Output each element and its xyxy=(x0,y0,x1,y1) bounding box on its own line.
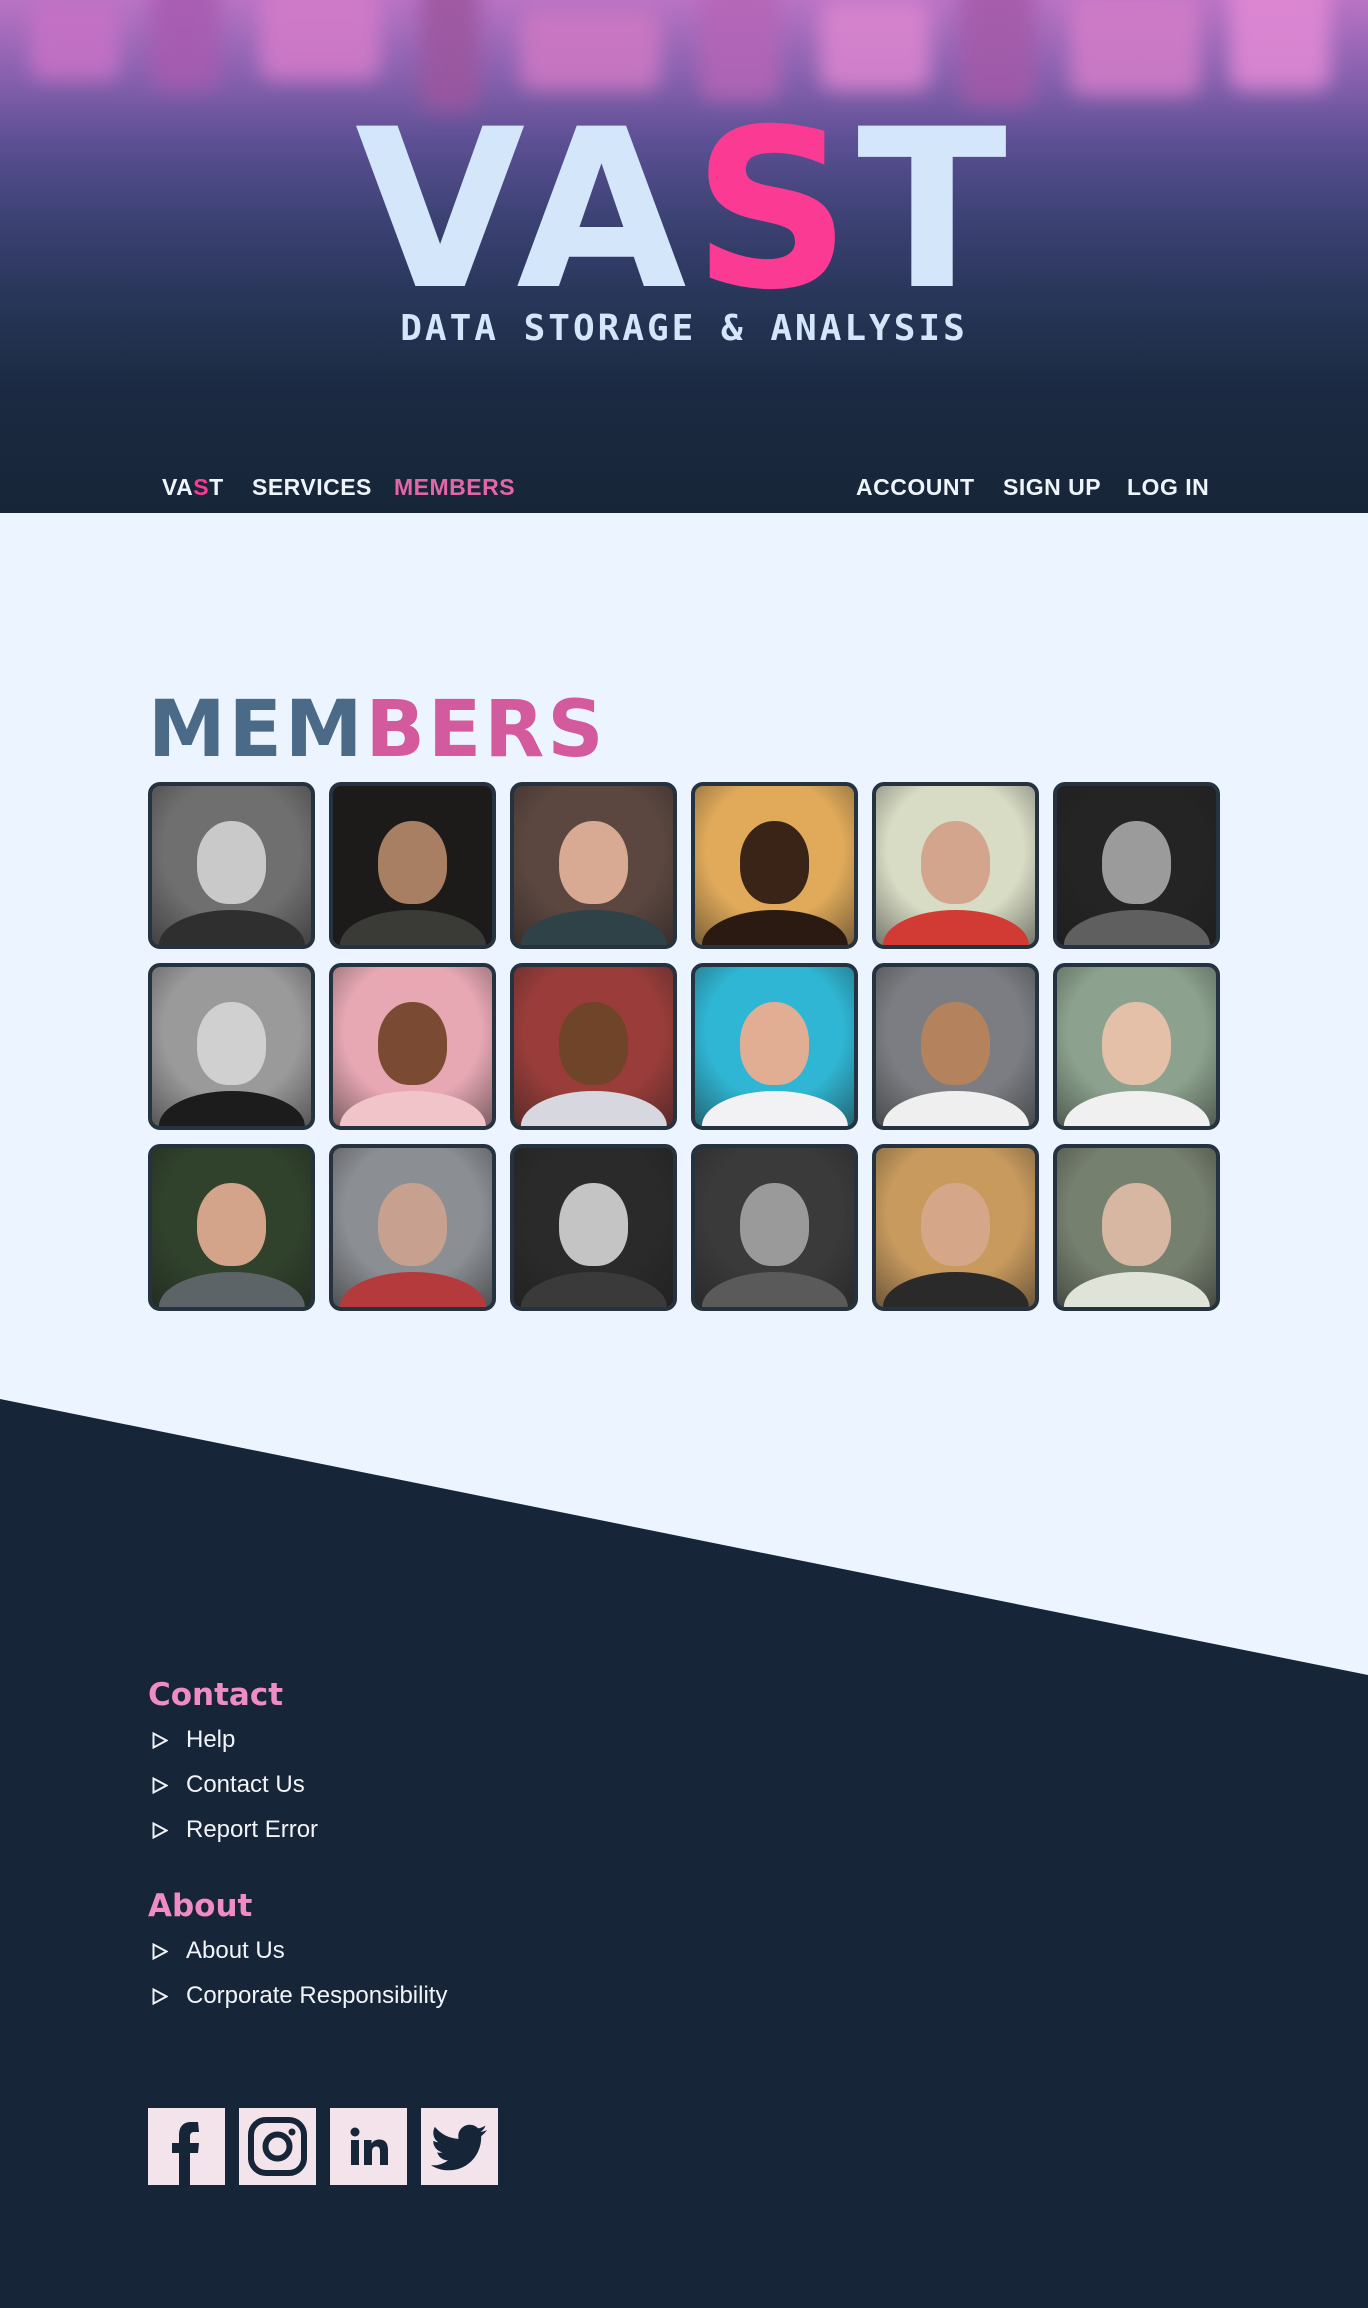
footer-link-label: About Us xyxy=(186,1937,285,1964)
member-14-photo[interactable] xyxy=(329,1144,496,1311)
footer-link-label: Corporate Responsibility xyxy=(186,1982,448,2009)
member-11-photo[interactable] xyxy=(872,963,1039,1130)
member-1-photo[interactable] xyxy=(148,782,315,949)
member-face xyxy=(377,820,448,904)
nav-brand-part: VA xyxy=(162,474,194,500)
triangle-right-icon xyxy=(152,1732,168,1749)
nav-brand-accent: S xyxy=(193,474,210,500)
member-face xyxy=(558,1182,629,1266)
member-5-photo[interactable] xyxy=(872,782,1039,949)
member-shoulders xyxy=(158,1091,305,1126)
nav-brand-link[interactable]: VAST xyxy=(162,470,224,504)
member-face xyxy=(196,1001,267,1085)
member-shoulders xyxy=(339,1272,486,1307)
member-15-photo[interactable] xyxy=(510,1144,677,1311)
member-shoulders xyxy=(701,1091,848,1126)
member-shoulders xyxy=(882,1272,1029,1307)
facebook-icon[interactable] xyxy=(148,2108,225,2185)
member-13-photo[interactable] xyxy=(148,1144,315,1311)
hero-title-accent: S xyxy=(692,82,857,338)
nav-account-link[interactable]: ACCOUNT xyxy=(856,470,975,504)
member-face xyxy=(196,820,267,904)
member-face xyxy=(1101,1001,1172,1085)
member-shoulders xyxy=(520,1091,667,1126)
member-shoulders xyxy=(339,1091,486,1126)
member-face xyxy=(739,1001,810,1085)
member-shoulders xyxy=(882,910,1029,945)
member-6-photo[interactable] xyxy=(1053,782,1220,949)
instagram-icon[interactable] xyxy=(239,2108,316,2185)
member-3-photo[interactable] xyxy=(510,782,677,949)
member-shoulders xyxy=(1063,1091,1210,1126)
member-shoulders xyxy=(1063,910,1210,945)
triangle-right-icon xyxy=(152,1777,168,1794)
member-4-photo[interactable] xyxy=(691,782,858,949)
member-shoulders xyxy=(882,1091,1029,1126)
members-heading: MEMBERS xyxy=(148,690,607,770)
member-face xyxy=(1101,1182,1172,1266)
instagram-glyph xyxy=(248,2117,307,2176)
footer-link-label: Help xyxy=(186,1726,236,1753)
hero-subtitle: DATA STORAGE & ANALYSIS xyxy=(400,308,968,349)
member-shoulders xyxy=(520,1272,667,1307)
linkedin-glyph xyxy=(350,2127,388,2165)
member-face xyxy=(558,1001,629,1085)
footer-link-label: Report Error xyxy=(186,1816,319,1843)
hero-logo-title: VAST xyxy=(0,100,1368,320)
triangle-right-icon xyxy=(152,1943,168,1960)
member-face xyxy=(739,820,810,904)
hero-banner: VAST DATA STORAGE & ANALYSIS VAST SERVIC… xyxy=(0,0,1368,513)
nav-members-link[interactable]: MEMBERS xyxy=(394,470,515,504)
hero-title-part: T xyxy=(856,82,1014,338)
members-heading-part: MEM xyxy=(148,685,366,775)
member-12-photo[interactable] xyxy=(1053,963,1220,1130)
member-face xyxy=(1101,820,1172,904)
main-navigation: VAST SERVICES MEMBERS ACCOUNT SIGN UP LO… xyxy=(0,470,1368,504)
member-16-photo[interactable] xyxy=(691,1144,858,1311)
member-10-photo[interactable] xyxy=(691,963,858,1130)
member-shoulders xyxy=(701,910,848,945)
twitter-bird-glyph xyxy=(430,2124,487,2171)
member-face xyxy=(377,1182,448,1266)
member-2-photo[interactable] xyxy=(329,782,496,949)
member-face xyxy=(377,1001,448,1085)
triangle-right-icon xyxy=(152,1822,168,1839)
member-shoulders xyxy=(701,1272,848,1307)
linkedin-icon[interactable] xyxy=(330,2108,407,2185)
member-17-photo[interactable] xyxy=(872,1144,1039,1311)
footer-link-label: Contact Us xyxy=(186,1771,305,1798)
member-shoulders xyxy=(1063,1272,1210,1307)
member-shoulders xyxy=(158,910,305,945)
member-shoulders xyxy=(158,1272,305,1307)
members-heading-accent: BERS xyxy=(365,685,607,775)
about-heading: About xyxy=(148,1888,253,1924)
member-face xyxy=(920,1182,991,1266)
triangle-right-icon xyxy=(152,1988,168,2005)
member-9-photo[interactable] xyxy=(510,963,677,1130)
member-face xyxy=(739,1182,810,1266)
nav-signup-link[interactable]: SIGN UP xyxy=(1003,470,1101,504)
nav-login-link[interactable]: LOG IN xyxy=(1127,470,1209,504)
member-shoulders xyxy=(520,910,667,945)
member-8-photo[interactable] xyxy=(329,963,496,1130)
member-shoulders xyxy=(339,910,486,945)
twitter-icon[interactable] xyxy=(421,2108,498,2185)
member-18-photo[interactable] xyxy=(1053,1144,1220,1311)
member-face xyxy=(558,820,629,904)
facebook-glyph xyxy=(172,2122,199,2185)
nav-services-link[interactable]: SERVICES xyxy=(252,470,372,504)
hero-title-part: VA xyxy=(354,82,693,338)
members-photo-grid xyxy=(148,782,1220,1312)
member-7-photo[interactable] xyxy=(148,963,315,1130)
contact-heading: Contact xyxy=(148,1677,284,1713)
member-face xyxy=(920,1001,991,1085)
nav-brand-part: T xyxy=(209,474,224,500)
member-face xyxy=(920,820,991,904)
member-face xyxy=(196,1182,267,1266)
